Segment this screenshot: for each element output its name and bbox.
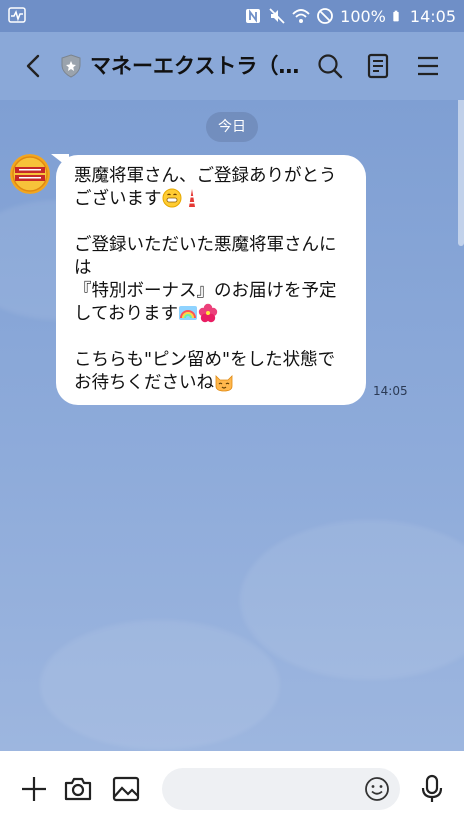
message-line: ご登録いただいた悪魔将軍さんに [74, 235, 337, 255]
shield-icon [61, 54, 81, 78]
search-icon[interactable] [314, 50, 346, 82]
mic-icon[interactable] [416, 773, 448, 805]
message-bubble[interactable]: 悪魔将軍さん、ご登録ありがとう ございます ご登録いただいた悪魔将軍さんに は … [56, 155, 366, 405]
message-line [74, 326, 352, 349]
image-icon[interactable] [110, 773, 142, 805]
plus-icon[interactable] [18, 773, 50, 805]
menu-icon[interactable] [412, 50, 444, 82]
no-sim-icon [317, 8, 334, 24]
avatar[interactable] [10, 154, 50, 194]
chat-title: マネーエクストラ（… [90, 54, 300, 78]
message-line [74, 211, 352, 234]
chat-area[interactable]: 今日 悪魔将軍さん、ご登録ありがとう ございます ご登録いただいた悪魔将軍さんに… [0, 100, 464, 751]
status-time: 14:05 [409, 6, 456, 26]
hibiscus-emoji [198, 303, 218, 323]
activity-icon [8, 7, 26, 23]
battery-percent: 100% [340, 6, 386, 26]
chat-header: マネーエクストラ（… [0, 32, 464, 100]
back-icon[interactable] [20, 52, 48, 80]
rainbow-emoji [178, 306, 197, 320]
grinning-emoji [162, 188, 181, 208]
message-line: 悪魔将軍さん、ご登録ありがとう [74, 166, 337, 186]
message-line: ございます [74, 188, 352, 211]
nfc-icon [246, 9, 261, 23]
battery-icon [393, 10, 399, 22]
notes-icon[interactable] [362, 50, 394, 82]
wifi-icon [292, 9, 310, 23]
message-time: 14:05 [373, 384, 408, 398]
scrollbar[interactable] [458, 100, 464, 246]
message-line: は [74, 258, 92, 278]
emoji-icon[interactable] [364, 776, 390, 802]
message-line: しております [74, 303, 352, 326]
tokyo-tower-emoji [188, 189, 195, 207]
background-cloud [240, 520, 464, 680]
background-cloud [40, 620, 280, 750]
cat-emoji [215, 375, 233, 392]
message-line: 『特別ボーナス』のお届けを予定 [74, 281, 337, 301]
camera-icon[interactable] [62, 773, 94, 805]
message-line: お待ちくださいね [74, 372, 352, 395]
status-bar: 100% 14:05 [0, 0, 464, 32]
date-separator: 今日 [206, 112, 258, 142]
input-bar [0, 751, 464, 824]
mute-icon [269, 8, 285, 24]
message-line: こちらも"ピン留め"をした状態で [74, 350, 336, 370]
